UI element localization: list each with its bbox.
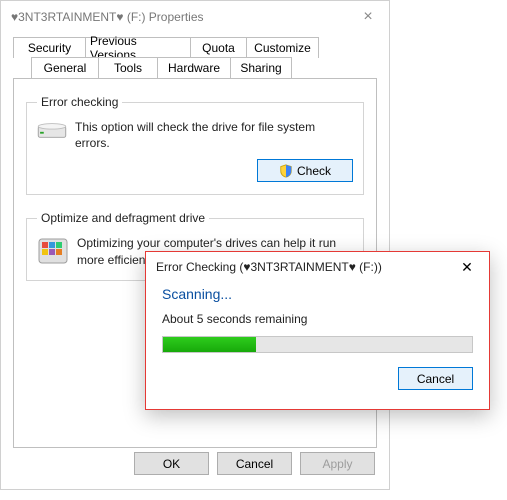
- tab-tools[interactable]: Tools: [98, 57, 158, 78]
- time-remaining-text: About 5 seconds remaining: [162, 312, 473, 326]
- properties-window: ♥3NT3RTAINMENT♥ (F:) Properties × Securi…: [0, 0, 390, 490]
- tab-row-2: General Tools Hardware Sharing: [13, 57, 377, 78]
- dialog-title: Error Checking (♥3NT3RTAINMENT♥ (F:)): [156, 260, 447, 274]
- drive-icon: [37, 119, 67, 141]
- defrag-icon: [37, 235, 69, 267]
- dialog-button-row: OK Cancel Apply: [134, 452, 375, 475]
- apply-button: Apply: [300, 452, 375, 475]
- tab-customize[interactable]: Customize: [246, 37, 319, 58]
- error-checking-legend: Error checking: [37, 95, 122, 109]
- ok-button-label: OK: [163, 457, 180, 471]
- error-checking-text: This option will check the drive for fil…: [75, 119, 353, 151]
- dialog-cancel-label: Cancel: [417, 372, 454, 386]
- apply-button-label: Apply: [322, 457, 352, 471]
- tab-quota[interactable]: Quota: [190, 37, 247, 58]
- cancel-button-label: Cancel: [236, 457, 273, 471]
- error-checking-dialog: Error Checking (♥3NT3RTAINMENT♥ (F:)) ✕ …: [145, 251, 490, 410]
- dialog-titlebar: Error Checking (♥3NT3RTAINMENT♥ (F:)) ✕: [146, 252, 489, 282]
- error-checking-group: Error checking This option will check th…: [26, 95, 364, 195]
- window-title: ♥3NT3RTAINMENT♥ (F:) Properties: [11, 10, 347, 24]
- ok-button[interactable]: OK: [134, 452, 209, 475]
- tab-label: Sharing: [240, 61, 281, 75]
- check-button[interactable]: Check: [257, 159, 353, 182]
- titlebar: ♥3NT3RTAINMENT♥ (F:) Properties ×: [1, 1, 389, 33]
- progress-bar-fill: [163, 337, 256, 352]
- tab-label: Hardware: [168, 61, 220, 75]
- tab-label: Security: [28, 41, 71, 55]
- tab-general[interactable]: General: [31, 57, 99, 78]
- tab-label: Tools: [114, 61, 142, 75]
- tab-label: Customize: [254, 41, 311, 55]
- tab-label: Quota: [202, 41, 235, 55]
- tab-label: General: [44, 61, 87, 75]
- close-icon[interactable]: ✕: [447, 254, 487, 280]
- dialog-cancel-button[interactable]: Cancel: [398, 367, 473, 390]
- close-icon[interactable]: ×: [347, 8, 389, 26]
- shield-icon: [279, 164, 293, 178]
- check-button-label: Check: [297, 164, 331, 178]
- tab-hardware[interactable]: Hardware: [157, 57, 231, 78]
- cancel-button[interactable]: Cancel: [217, 452, 292, 475]
- tab-previous-versions[interactable]: Previous Versions: [85, 37, 191, 58]
- defrag-legend: Optimize and defragment drive: [37, 211, 209, 225]
- scanning-status: Scanning...: [162, 286, 473, 302]
- progress-bar: [162, 336, 473, 353]
- tab-row-1: Security Previous Versions Quota Customi…: [13, 37, 377, 58]
- tab-security[interactable]: Security: [13, 37, 86, 58]
- tab-sharing[interactable]: Sharing: [230, 57, 292, 78]
